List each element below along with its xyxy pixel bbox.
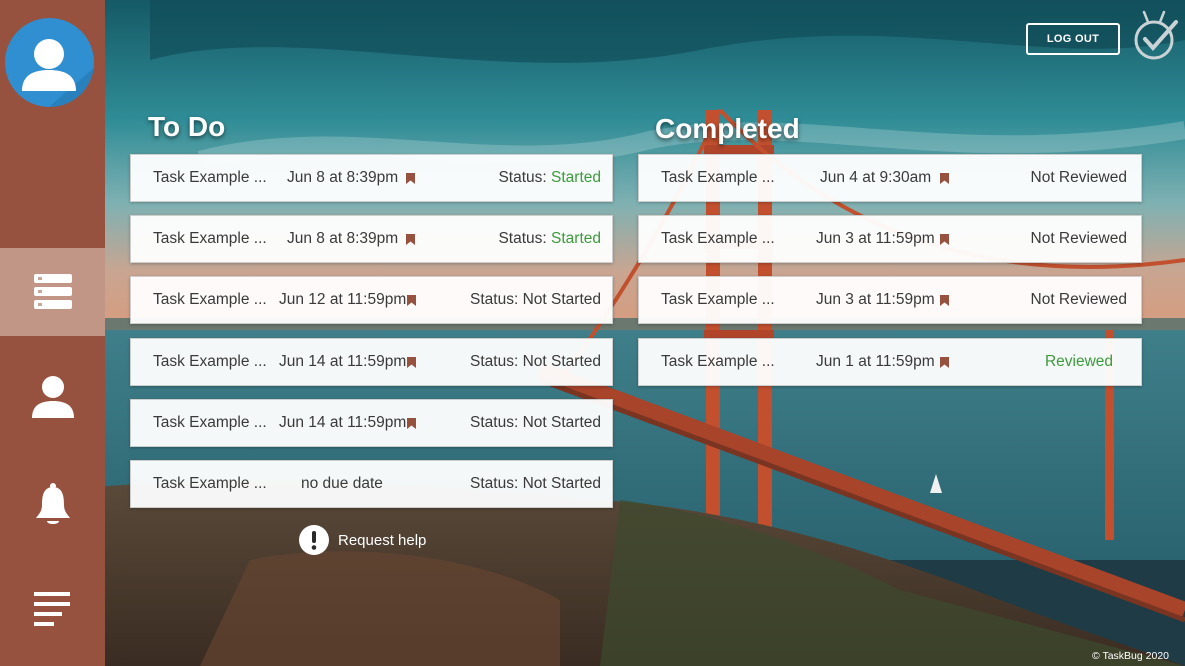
review-status: Not Reviewed — [1030, 169, 1128, 186]
status-value: Not Started — [522, 414, 601, 431]
task-status: Status: Not Started — [470, 291, 601, 309]
task-due-date: Jun 3 at 11:59pm — [816, 291, 935, 308]
completed-task-card[interactable]: Task Example ... Jun 1 at 11:59pm Review… — [638, 338, 1142, 386]
task-due-date: Jun 8 at 8:39pm — [287, 169, 399, 186]
request-help-label: Request help — [338, 531, 427, 549]
bookmark-icon — [940, 173, 949, 184]
status-value: Started — [551, 169, 601, 186]
user-icon — [31, 376, 74, 418]
todo-task-card[interactable]: Task Example ... Jun 14 at 11:59pm Statu… — [130, 399, 613, 447]
status-label: Status: — [470, 475, 519, 492]
task-name: Task Example ... — [661, 230, 775, 247]
sidebar-item-tasks[interactable] — [0, 248, 105, 336]
completed-task-card[interactable]: Task Example ... Jun 4 at 9:30am Not Rev… — [638, 154, 1142, 202]
todo-task-card[interactable]: Task Example ... Jun 14 at 11:59pm Statu… — [130, 338, 613, 386]
sidebar-item-notifications[interactable] — [0, 461, 105, 549]
sidebar-item-profile[interactable] — [0, 353, 105, 441]
status-value: Not Started — [522, 291, 601, 308]
avatar[interactable] — [5, 18, 94, 107]
background-photo — [0, 0, 1185, 666]
completed-task-card[interactable]: Task Example ... Jun 3 at 11:59pm Not Re… — [638, 215, 1142, 263]
user-avatar-icon — [22, 39, 94, 107]
status-label: Status: — [498, 169, 547, 186]
task-status: Status: Not Started — [470, 353, 601, 371]
task-name: Task Example ... — [153, 169, 267, 186]
bookmark-icon — [406, 234, 415, 245]
todo-task-card[interactable]: Task Example ... Jun 8 at 8:39pm Status:… — [130, 154, 613, 202]
status-value: Started — [551, 230, 601, 247]
task-status: Status: Not Started — [470, 475, 601, 493]
bookmark-icon — [406, 173, 415, 184]
bookmark-icon — [407, 295, 416, 306]
menu-icon — [33, 592, 70, 626]
task-name: Task Example ... — [661, 169, 775, 186]
task-due-date: Jun 8 at 8:39pm — [287, 230, 399, 247]
status-label: Status: — [470, 414, 519, 431]
task-name: Task Example ... — [153, 353, 267, 370]
logout-button[interactable]: LOG OUT — [1026, 23, 1120, 55]
request-help-button[interactable]: Request help — [299, 525, 426, 555]
task-name: Task Example ... — [153, 475, 267, 492]
status-value: Not Started — [522, 353, 601, 370]
todo-task-card[interactable]: Task Example ... Jun 8 at 8:39pm Status:… — [130, 215, 613, 263]
status-label: Status: — [470, 291, 519, 308]
status-label: Status: — [470, 353, 519, 370]
completed-title: Completed — [655, 113, 800, 144]
review-status: Reviewed — [1044, 353, 1113, 370]
completed-task-card[interactable]: Task Example ... Jun 3 at 11:59pm Not Re… — [638, 276, 1142, 324]
task-name: Task Example ... — [153, 414, 267, 431]
list-icon — [33, 274, 72, 309]
taskbug-logo-icon — [1134, 10, 1178, 60]
copyright-text: © TaskBug 2020 — [1091, 650, 1169, 662]
bookmark-icon — [407, 357, 416, 368]
task-due-date: Jun 14 at 11:59pm — [279, 353, 407, 370]
task-status: Status: Not Started — [470, 414, 601, 432]
bookmark-icon — [940, 234, 949, 245]
task-name: Task Example ... — [661, 291, 775, 308]
task-due-date: Jun 3 at 11:59pm — [816, 230, 935, 247]
task-due-date: Jun 4 at 9:30am — [820, 169, 932, 186]
task-status: Status: Started — [498, 230, 601, 248]
exclamation-icon — [299, 525, 329, 555]
bookmark-icon — [940, 295, 949, 306]
bell-icon — [35, 483, 70, 524]
task-name: Task Example ... — [153, 230, 267, 247]
sidebar-item-menu[interactable] — [0, 566, 105, 654]
todo-task-card[interactable]: Task Example ... no due date Status: Not… — [130, 460, 613, 508]
task-due-date: no due date — [301, 475, 383, 492]
review-status: Not Reviewed — [1030, 291, 1128, 308]
task-status: Status: Started — [498, 169, 601, 187]
todo-title: To Do — [148, 111, 226, 142]
task-due-date: Jun 1 at 11:59pm — [816, 353, 935, 370]
bookmark-icon — [407, 418, 416, 429]
sidebar — [0, 0, 105, 666]
todo-task-card[interactable]: Task Example ... Jun 12 at 11:59pm Statu… — [130, 276, 613, 324]
status-label: Status: — [498, 230, 547, 247]
task-due-date: Jun 14 at 11:59pm — [279, 414, 407, 431]
status-value: Not Started — [522, 475, 601, 492]
task-name: Task Example ... — [661, 353, 775, 370]
task-name: Task Example ... — [153, 291, 267, 308]
bookmark-icon — [940, 357, 949, 368]
review-status: Not Reviewed — [1030, 230, 1128, 247]
task-due-date: Jun 12 at 11:59pm — [279, 291, 407, 308]
